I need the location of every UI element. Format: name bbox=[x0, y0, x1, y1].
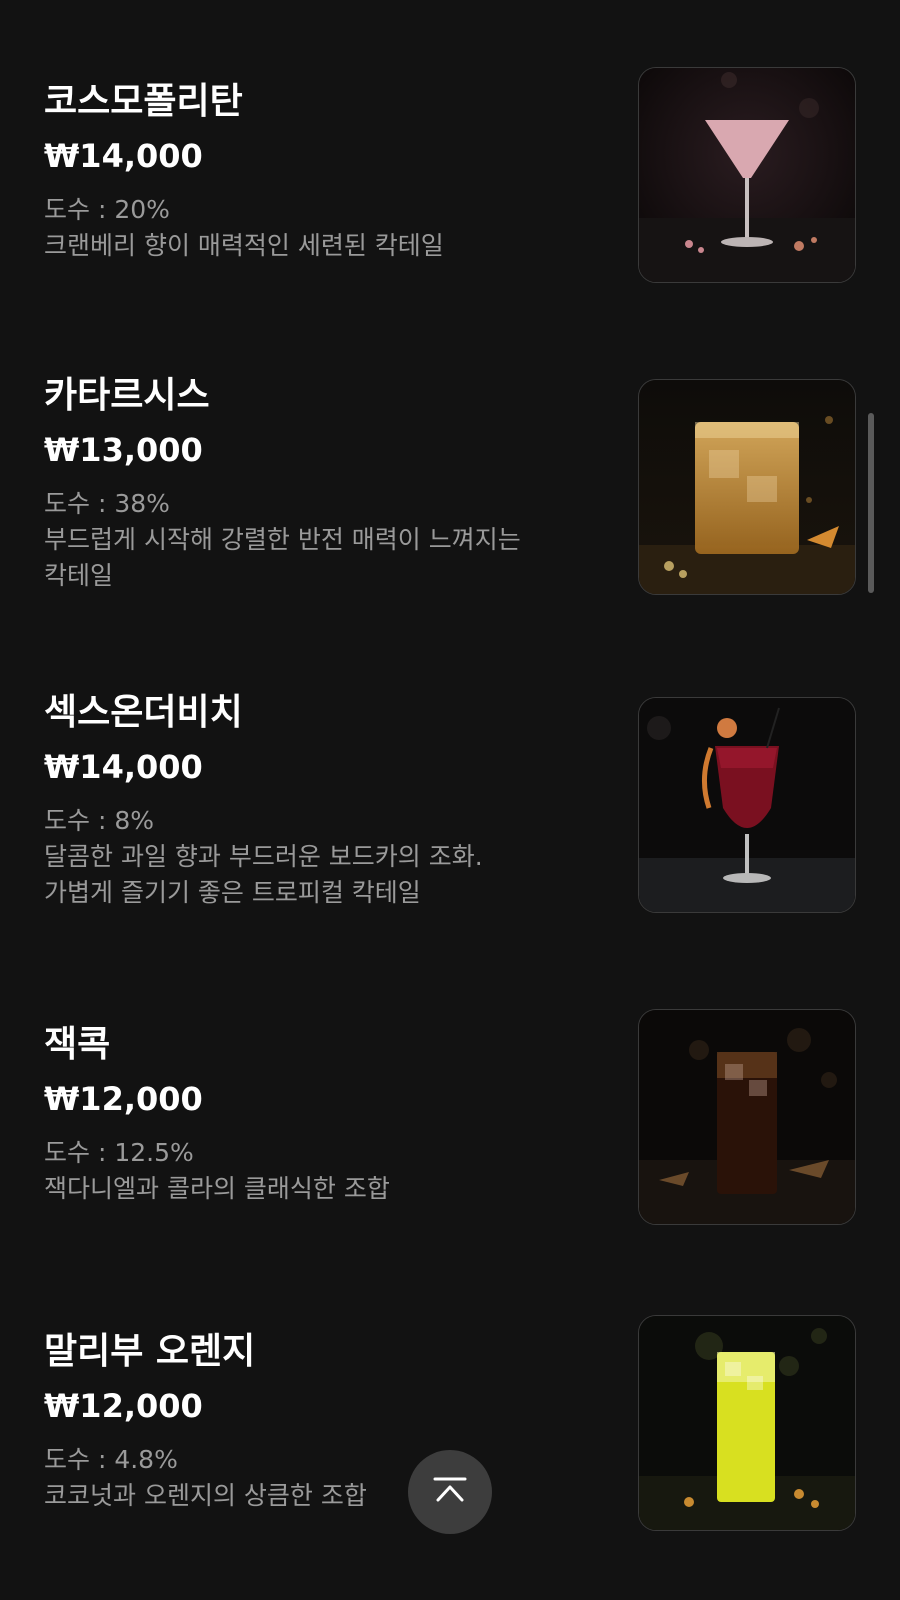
scrollbar-thumb[interactable] bbox=[868, 413, 874, 593]
item-abv: 도수 : 12.5% bbox=[44, 1138, 194, 1167]
item-price: ₩14,000 bbox=[44, 137, 203, 175]
menu-item-text: 섹스온더비치 ₩14,000 도수 : 8% 달콤한 과일 향과 부드러운 보드… bbox=[44, 691, 574, 911]
item-photo bbox=[638, 1009, 856, 1225]
item-abv: 도수 : 4.8% bbox=[44, 1445, 178, 1474]
item-name: 섹스온더비치 bbox=[44, 692, 243, 733]
chevron-up-icon bbox=[433, 1476, 467, 1508]
item-name: 카타르시스 bbox=[44, 375, 210, 416]
item-photo bbox=[638, 379, 856, 595]
item-price: ₩12,000 bbox=[44, 1387, 203, 1425]
item-description-line: 달콤한 과일 향과 부드러운 보드카의 조화. bbox=[44, 842, 483, 871]
scroll-to-top-button[interactable] bbox=[408, 1450, 492, 1534]
item-description-line: 칵테일 bbox=[44, 561, 114, 590]
menu-item-text: 코스모폴리탄 ₩14,000 도수 : 20% 크랜베리 향이 매력적인 세련된… bbox=[44, 80, 574, 264]
item-photo bbox=[638, 1315, 856, 1531]
item-description-line: 부드럽게 시작해 강렬한 반전 매력이 느껴지는 bbox=[44, 525, 521, 554]
item-name: 잭콕 bbox=[44, 1024, 111, 1065]
item-description-line: 가볍게 즐기기 좋은 트로피컬 칵테일 bbox=[44, 878, 421, 907]
item-abv: 도수 : 38% bbox=[44, 489, 170, 518]
item-photo bbox=[638, 697, 856, 913]
item-price: ₩14,000 bbox=[44, 748, 203, 786]
menu-item-text: 잭콕 ₩12,000 도수 : 12.5% 잭다니엘과 콜라의 클래식한 조합 bbox=[44, 1023, 574, 1207]
menu-item-text: 말리부 오렌지 ₩12,000 도수 : 4.8% 코코넛과 오렌지의 상큼한 … bbox=[44, 1330, 574, 1514]
menu-item-text: 카타르시스 ₩13,000 도수 : 38% 부드럽게 시작해 강렬한 반전 매… bbox=[44, 374, 574, 594]
item-abv: 도수 : 20% bbox=[44, 195, 170, 224]
item-name: 말리부 오렌지 bbox=[44, 1331, 256, 1372]
item-price: ₩13,000 bbox=[44, 431, 203, 469]
item-description-line: 잭다니엘과 콜라의 클래식한 조합 bbox=[44, 1174, 390, 1203]
item-description-line: 크랜베리 향이 매력적인 세련된 칵테일 bbox=[44, 231, 444, 260]
item-abv: 도수 : 8% bbox=[44, 806, 154, 835]
item-price: ₩12,000 bbox=[44, 1080, 203, 1118]
item-photo bbox=[638, 67, 856, 283]
item-name: 코스모폴리탄 bbox=[44, 81, 243, 122]
item-description-line: 코코넛과 오렌지의 상큼한 조합 bbox=[44, 1481, 367, 1510]
